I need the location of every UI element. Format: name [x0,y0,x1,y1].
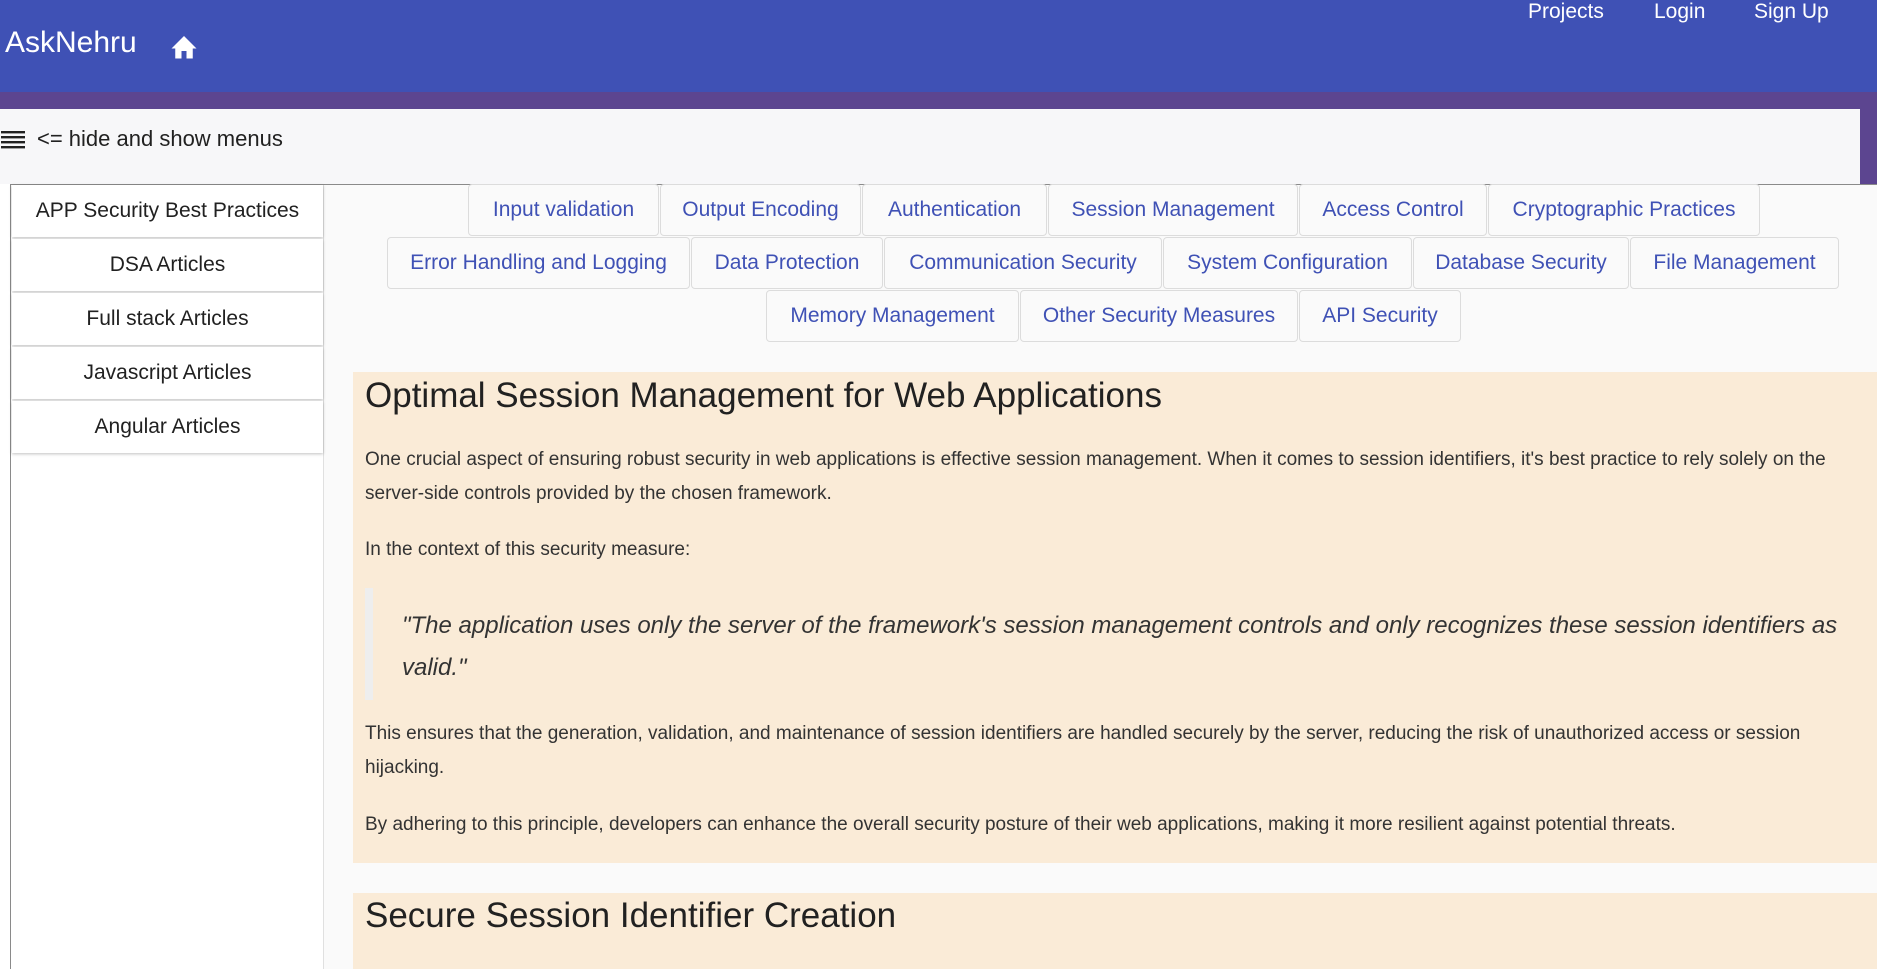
tab-access-control[interactable]: Access Control [1299,184,1487,236]
sidebar-item-javascript[interactable]: Javascript Articles [12,347,323,399]
nav-projects-link[interactable]: Projects [1528,0,1604,24]
tab-output-encoding[interactable]: Output Encoding [660,184,861,236]
tab-cryptographic-practices[interactable]: Cryptographic Practices [1488,184,1760,236]
home-icon [171,36,197,59]
tab-authentication[interactable]: Authentication [862,184,1047,236]
tab-session-management[interactable]: Session Management [1048,184,1298,236]
nav-signup-link[interactable]: Sign Up [1754,0,1829,24]
sidebar: APP Security Best Practices DSA Articles… [11,185,324,969]
sidebar-item-angular[interactable]: Angular Articles [12,401,323,453]
article-paragraph-intro: One crucial aspect of ensuring robust se… [365,449,1826,504]
nav-login-link[interactable]: Login [1654,0,1705,24]
brand-logo-text[interactable]: AskNehru [5,26,137,60]
tab-error-handling[interactable]: Error Handling and Logging [387,237,690,289]
home-button[interactable] [166,28,202,64]
article-blockquote: "The application uses only the server of… [402,612,1838,681]
tab-database-security[interactable]: Database Security [1413,237,1629,289]
blockquote-border [365,588,373,700]
hamburger-icon[interactable] [1,130,25,150]
article-paragraph-conclusion: By adhering to this principle, developer… [365,814,1676,835]
article-paragraph-context: In the context of this security measure: [365,539,691,560]
tab-other-security-measures[interactable]: Other Security Measures [1020,290,1298,342]
sidebar-item-full-stack[interactable]: Full stack Articles [12,293,323,345]
sidebar-item-app-security[interactable]: APP Security Best Practices [12,185,323,237]
tab-system-configuration[interactable]: System Configuration [1163,237,1412,289]
tab-file-management[interactable]: File Management [1630,237,1839,289]
menu-toggle-label[interactable]: <= hide and show menus [37,126,283,152]
tab-api-security[interactable]: API Security [1299,290,1461,342]
article-title: Optimal Session Management for Web Appli… [365,376,1162,415]
sidebar-item-dsa[interactable]: DSA Articles [12,239,323,291]
tab-communication-security[interactable]: Communication Security [884,237,1162,289]
tab-data-protection[interactable]: Data Protection [691,237,883,289]
article-title-secure-identifier: Secure Session Identifier Creation [365,896,897,935]
article-paragraph-explanation: This ensures that the generation, valida… [365,723,1801,778]
tab-input-validation[interactable]: Input validation [468,184,659,236]
tab-memory-management[interactable]: Memory Management [766,290,1019,342]
top-toolbar: AskNehru Projects Login Sign Up [0,0,1877,92]
header-accent-band [0,92,1877,109]
